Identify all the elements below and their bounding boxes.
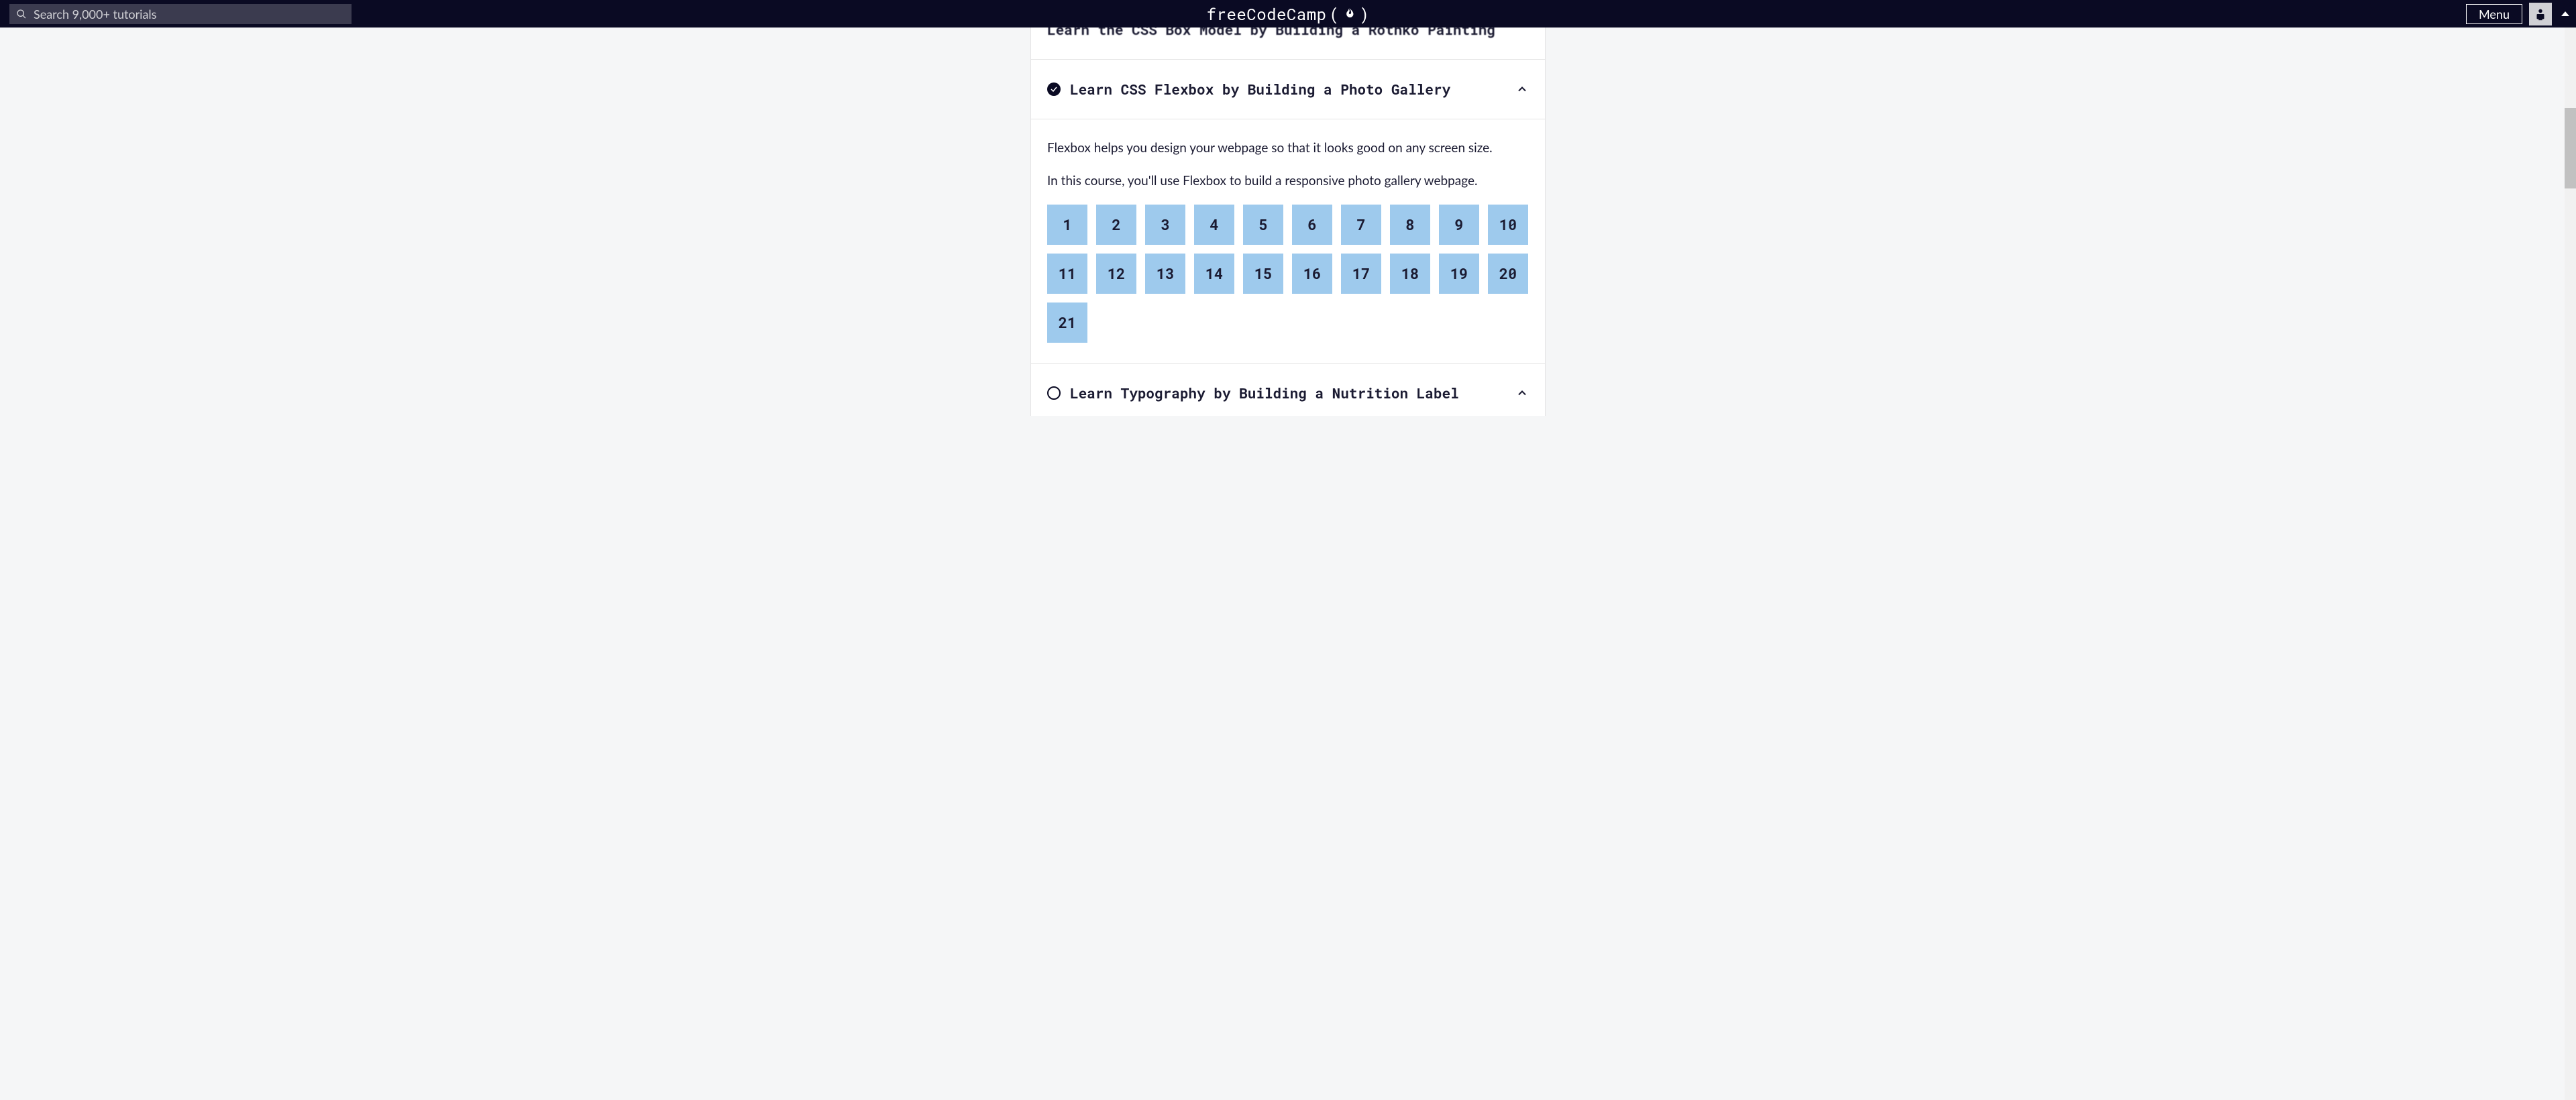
step-20[interactable]: 20 [1488,254,1528,294]
brand-logo[interactable]: freeCodeCamp() [1207,3,1370,25]
section-typography-header[interactable]: Learn Typography by Building a Nutrition… [1031,364,1545,416]
search-icon [16,9,27,19]
step-3[interactable]: 3 [1145,205,1185,245]
step-17[interactable]: 17 [1341,254,1381,294]
step-5[interactable]: 5 [1243,205,1283,245]
section-typography: Learn Typography by Building a Nutrition… [1031,364,1545,416]
avatar[interactable] [2529,3,2552,25]
scrollbar-track[interactable] [2565,28,2576,1100]
step-19[interactable]: 19 [1439,254,1479,294]
chevron-up-icon [1515,386,1529,400]
step-grid: 123456789101112131415161718192021 [1047,205,1529,343]
section-flexbox-desc-1: Flexbox helps you design your webpage so… [1047,138,1529,158]
status-open-icon [1047,386,1061,400]
section-flexbox-body: Flexbox helps you design your webpage so… [1031,119,1545,363]
step-8[interactable]: 8 [1390,205,1430,245]
search-input[interactable] [34,7,345,21]
step-15[interactable]: 15 [1243,254,1283,294]
step-11[interactable]: 11 [1047,254,1087,294]
search-box[interactable] [9,4,352,24]
step-12[interactable]: 12 [1096,254,1136,294]
step-16[interactable]: 16 [1292,254,1332,294]
prev-section-peek[interactable]: Learn the CSS Box Model by Building a Ro… [1031,28,1545,60]
curriculum-panel: Learn the CSS Box Model by Building a Ro… [1030,28,1546,416]
section-flexbox-title: Learn CSS Flexbox by Building a Photo Ga… [1070,80,1506,99]
prev-section-title: Learn the CSS Box Model by Building a Ro… [1047,28,1495,39]
step-21[interactable]: 21 [1047,302,1087,343]
menu-button[interactable]: Menu [2466,4,2522,24]
step-4[interactable]: 4 [1194,205,1234,245]
step-7[interactable]: 7 [1341,205,1381,245]
avatar-icon [2533,7,2548,21]
brand-text: freeCodeCamp [1207,3,1327,25]
step-1[interactable]: 1 [1047,205,1087,245]
status-done-icon [1047,82,1061,96]
fire-icon [1342,7,1356,21]
chevron-up-icon [1515,82,1529,96]
top-navbar: freeCodeCamp() Menu [0,0,2576,28]
step-14[interactable]: 14 [1194,254,1234,294]
section-flexbox: Learn CSS Flexbox by Building a Photo Ga… [1031,60,1545,364]
section-typography-title: Learn Typography by Building a Nutrition… [1070,384,1506,402]
section-flexbox-desc-2: In this course, you'll use Flexbox to bu… [1047,171,1529,190]
section-flexbox-header[interactable]: Learn CSS Flexbox by Building a Photo Ga… [1031,60,1545,119]
nav-dropdown-toggle[interactable] [2561,11,2569,16]
step-18[interactable]: 18 [1390,254,1430,294]
step-13[interactable]: 13 [1145,254,1185,294]
step-6[interactable]: 6 [1292,205,1332,245]
step-9[interactable]: 9 [1439,205,1479,245]
step-2[interactable]: 2 [1096,205,1136,245]
step-10[interactable]: 10 [1488,205,1528,245]
scrollbar-thumb[interactable] [2565,108,2576,188]
